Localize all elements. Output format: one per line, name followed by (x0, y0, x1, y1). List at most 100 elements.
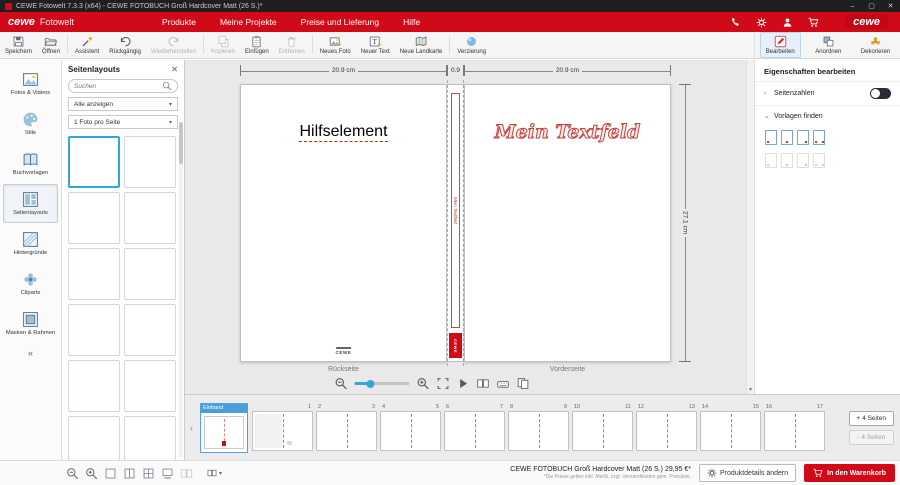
layout-thumbnail[interactable] (124, 304, 176, 356)
layout-thumbnail[interactable] (124, 136, 176, 188)
toolbar-assistent-button[interactable]: Assistent (70, 32, 104, 58)
book-canvas[interactable]: 20.9 cm 0.9 20.9 cm Hilfselement CEWE Me… (185, 60, 746, 394)
spread-view-dropdown[interactable]: ▾ (207, 468, 222, 478)
add-pages-button[interactable]: + 4 Seiten (849, 411, 894, 426)
sidebar-item-buchvorlagen[interactable]: Buchvorlagen (3, 144, 58, 183)
toolbar-speichern-button[interactable]: Speichern (0, 32, 37, 58)
view-single-icon[interactable] (104, 467, 117, 480)
sidebar-item-stile[interactable]: Stile (3, 104, 58, 143)
page-numbers-section[interactable]: › Seitenzahlen (755, 82, 900, 106)
photos-per-page-select[interactable]: 1 Foto pro Seite▾ (68, 115, 178, 129)
canvas-scrollbar[interactable]: ▾ (746, 60, 754, 394)
filmstrip-spread[interactable]: 1415 (700, 404, 761, 451)
filmstrip-spread[interactable]: 1213 (636, 404, 697, 451)
layout-thumbnail[interactable] (68, 248, 120, 300)
layout-thumbnail[interactable] (68, 136, 120, 188)
page-number-template-icon[interactable] (797, 130, 809, 145)
phone-icon[interactable] (730, 17, 741, 28)
tab-anordnen[interactable]: Anordnen (810, 32, 846, 58)
fullscreen-icon[interactable] (436, 377, 449, 390)
search-icon (162, 81, 172, 91)
sidebar-item-masken-rahmen[interactable]: Masken & Rahmen (3, 304, 58, 343)
zoom-in-icon[interactable] (85, 467, 98, 480)
cover-spread[interactable]: Hilfselement CEWE Mein Textfeld CEWE Mei… (240, 84, 671, 362)
layout-thumbnail[interactable] (68, 304, 120, 356)
sidebar-item-fotos-videos[interactable]: Fotos & Videos (3, 64, 58, 103)
spine-text-field[interactable]: Mein Textfeld (451, 93, 460, 328)
gear-icon[interactable] (756, 17, 767, 28)
tab-dekorieren[interactable]: Dekorieren (856, 32, 895, 58)
toolbar-einfuegen-button[interactable]: Einfügen (240, 32, 274, 58)
back-cover-page[interactable]: Hilfselement CEWE (240, 84, 447, 362)
filmstrip-spread[interactable]: 67 (444, 404, 505, 451)
close-button[interactable]: ✕ (881, 0, 900, 12)
filmstrip-spread[interactable]: 23 (316, 404, 377, 451)
filmstrip-spread[interactable]: 89 (508, 404, 569, 451)
sidebar-item-seitenlayouts[interactable]: Seitenlayouts (3, 184, 58, 223)
menu-hilfe[interactable]: Hilfe (403, 17, 420, 27)
menu-meine-projekte[interactable]: Meine Projekte (220, 17, 277, 27)
layout-thumbnail[interactable] (68, 416, 120, 460)
filmstrip-spread[interactable]: 1011 (572, 404, 633, 451)
add-to-cart-button[interactable]: In den Warenkorb (804, 464, 895, 482)
view-grid-icon[interactable] (142, 467, 155, 480)
book-spine[interactable]: Mein Textfeld CEWE (447, 84, 464, 362)
view-double-icon[interactable] (123, 467, 136, 480)
account-icon[interactable] (782, 17, 793, 28)
front-cover-page[interactable]: Mein Textfeld (464, 84, 671, 362)
search-input[interactable] (74, 83, 162, 90)
preview-play-icon[interactable] (456, 377, 469, 390)
zoom-in-icon[interactable] (416, 377, 429, 390)
layout-thumbnail[interactable] (68, 192, 120, 244)
find-templates-section[interactable]: ⌄ Vorlagen finden (755, 106, 900, 126)
keyboard-icon[interactable] (496, 377, 509, 390)
filmstrip-scroll-left-icon[interactable]: ‹ (187, 423, 196, 433)
find-templates-label: Vorlagen finden (774, 113, 823, 120)
page-number-template-icon[interactable] (813, 130, 825, 145)
toolbar-neues-foto-button[interactable]: Neues Foto (315, 32, 356, 58)
toolbar-separator (67, 36, 68, 54)
helper-text-element[interactable]: Hilfselement (241, 123, 446, 141)
page-number-template-icon[interactable] (765, 130, 777, 145)
layouts-scrollbar[interactable] (179, 122, 183, 458)
filmstrip-spread[interactable]: 1617 (764, 404, 825, 451)
layout-search[interactable] (68, 79, 178, 93)
layout-thumbnail[interactable] (68, 360, 120, 412)
zoom-out-icon[interactable] (66, 467, 79, 480)
toolbar-kopieren-button: Kopieren (206, 32, 240, 58)
layout-thumbnail[interactable] (124, 360, 176, 412)
layout-thumbnail[interactable] (124, 416, 176, 460)
cover-thumbnail[interactable]: Einband (200, 403, 248, 453)
layout-thumbnail[interactable] (124, 192, 176, 244)
filmstrip-spread[interactable]: 1 (252, 404, 313, 451)
minimize-button[interactable]: – (843, 0, 862, 12)
scroll-down-icon[interactable]: ▾ (747, 386, 754, 393)
sidebar-item-hintergruende[interactable]: Hintergründe (3, 224, 58, 263)
toolbar-rueckgaengig-button[interactable]: Rückgängig (104, 32, 146, 58)
toolbar-neuer-text-button[interactable]: TNeuer Text (356, 32, 395, 58)
menu-produkte[interactable]: Produkte (162, 17, 196, 27)
sidebar-collapse-button[interactable]: « (0, 348, 61, 358)
zoom-slider-knob[interactable] (367, 380, 375, 388)
toolbar-neue-landkarte-button[interactable]: Neue Landkarte (395, 32, 448, 58)
view-strip-icon[interactable] (161, 467, 174, 480)
cover-text-field[interactable]: Mein Textfeld (465, 121, 670, 143)
maximize-button[interactable]: ▢ (862, 0, 881, 12)
menu-preise-und-lieferung[interactable]: Preise und Lieferung (301, 17, 379, 27)
tab-bearbeiten[interactable]: Bearbeiten (760, 32, 801, 58)
page-number-template-icon[interactable] (781, 130, 793, 145)
category-filter-select[interactable]: Alle anzeigen▾ (68, 97, 178, 111)
product-details-button[interactable]: Produktdetails ändern (699, 464, 796, 482)
sidebar-item-cliparts[interactable]: Cliparts (3, 264, 58, 303)
page-numbers-toggle[interactable] (870, 88, 891, 99)
zoom-out-icon[interactable] (334, 377, 347, 390)
copy-pages-icon[interactable] (516, 377, 529, 390)
cart-icon[interactable] (808, 17, 819, 28)
close-icon[interactable]: ✕ (171, 65, 178, 74)
zoom-slider[interactable] (354, 382, 409, 385)
filmstrip-spread[interactable]: 45 (380, 404, 441, 451)
layout-thumbnail[interactable] (124, 248, 176, 300)
toolbar-verzierung-button[interactable]: Verzierung (452, 32, 491, 58)
toolbar-oeffnen-button[interactable]: Öffnen (37, 32, 65, 58)
double-page-view-icon[interactable] (476, 377, 489, 390)
